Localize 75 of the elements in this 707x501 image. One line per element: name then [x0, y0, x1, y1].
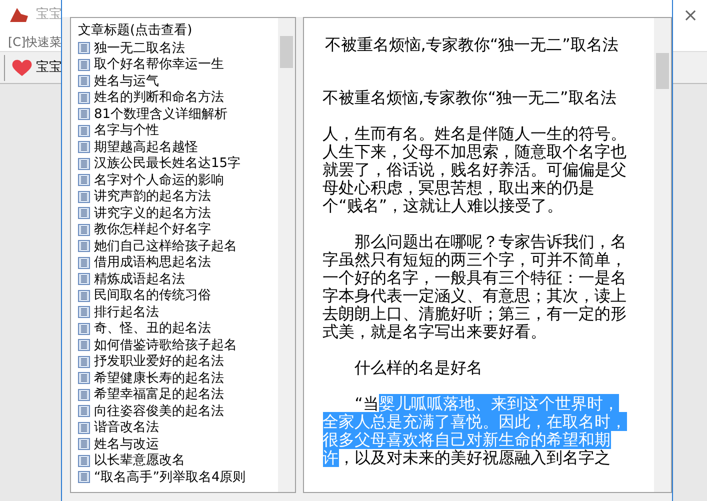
list-header: 文章标题(点击查看) [78, 22, 192, 39]
document-icon [78, 306, 90, 318]
list-item[interactable]: “取名高手”列举取名4原则 [78, 469, 246, 486]
window-title: 宝宝 [36, 6, 62, 24]
list-item[interactable]: 希望幸福富足的起名法 [78, 386, 246, 403]
list-item[interactable]: 姓名与改运 [78, 436, 246, 452]
list-item[interactable]: 姓名与运气 [78, 73, 246, 90]
document-icon [78, 322, 90, 335]
document-icon [78, 240, 90, 252]
document-icon [78, 356, 90, 368]
list-item[interactable]: 取个好名帮你幸运一生 [78, 56, 246, 73]
document-icon [78, 42, 90, 54]
list-item[interactable]: 如何借鉴诗歌给孩子起名 [78, 337, 246, 354]
menu-item[interactable]: [C]快速菜 [8, 33, 62, 51]
list-item[interactable]: 借用成语构思起名法 [78, 254, 246, 271]
list-item[interactable]: 81个数理含义详细解析 [78, 106, 246, 122]
list-item[interactable]: 民间取名的传统习俗 [78, 288, 246, 304]
document-icon [78, 471, 90, 484]
document-icon [78, 75, 90, 88]
list-item[interactable]: 教你怎样起个好名字 [78, 222, 246, 238]
list-item[interactable]: 汉族公民最长姓名达15字 [78, 156, 246, 172]
selected-text: 婴儿呱呱落地、来到这个世界时， [378, 394, 619, 413]
list-item[interactable]: 希望健康长寿的起名法 [78, 370, 246, 386]
document-icon [78, 92, 90, 104]
app-logo-icon [8, 6, 30, 24]
close-button[interactable]: × [674, 0, 707, 30]
article-text: 不被重名烦恼,专家教你“独一无二”取名法 [322, 88, 616, 107]
document-icon [78, 405, 90, 418]
article-text: 那么问题出在哪呢？专家告诉我们，名字虽然只有短短的两三个字，可并不简单，一个好的名字，一般具有三个特征：一是名字本身代表一定涵义、有意思；其次，读上去朗朗上口、清脆好听；第三，有一定的形式美，就是名字写出来要好看。 [322, 232, 627, 341]
list-item[interactable]: 名字与个性 [78, 122, 246, 139]
scrollbar-thumb[interactable] [656, 53, 669, 89]
list-item[interactable]: 抒发职业爱好的起名法 [78, 354, 246, 370]
document-icon [78, 224, 90, 236]
document-icon [78, 438, 90, 450]
document-icon [78, 207, 90, 220]
document-icon [78, 158, 90, 170]
article-text: ，以及对未来的美好祝愿融入到名字之 [338, 448, 611, 467]
list-item[interactable]: 期望越高起名越怪 [78, 139, 246, 156]
document-icon [78, 108, 90, 120]
list-item[interactable]: 姓名的判断和命名方法 [78, 90, 246, 106]
list-item[interactable]: 排行起名法 [78, 304, 246, 320]
document-icon [78, 422, 90, 434]
document-icon [78, 372, 90, 384]
article-text: “当 [354, 394, 379, 413]
document-icon [78, 124, 90, 137]
document-icon [78, 141, 90, 154]
document-icon [78, 256, 90, 269]
scrollbar[interactable] [654, 18, 671, 492]
list-item[interactable]: 她们自己这样给孩子起名 [78, 238, 246, 254]
article-text: 人，生而有名。姓名是伴随人一生的符号。人生下来，父母不加思索，随意取个名字也就罢了，俗话说，贱名好养活。可偏偏是父母处心积虑，冥思苦想，取出来的仍是个“贱名”，这就让人难以接受了。 [322, 124, 627, 215]
scrollbar-thumb[interactable] [280, 36, 293, 68]
scrollbar[interactable] [278, 18, 295, 492]
document-icon [78, 290, 90, 302]
document-icon [78, 454, 90, 467]
list-item[interactable]: 独一无二取名法 [78, 40, 246, 56]
list-item[interactable]: 讲究字义的起名方法 [78, 205, 246, 222]
document-icon [78, 58, 90, 71]
selected-text: 全家人总是充满了喜悦。因此，在取名时， [322, 412, 627, 431]
article-title: 不被重名烦恼,专家教你“独一无二”取名法 [324, 36, 620, 54]
document-icon [78, 273, 90, 286]
list-item[interactable]: 讲究声韵的起名方法 [78, 188, 246, 205]
document-icon [78, 174, 90, 186]
list-item[interactable]: 以长辈意愿改名 [78, 452, 246, 469]
list-item[interactable]: 精炼成语起名法 [78, 271, 246, 288]
heart-icon [11, 59, 33, 77]
list-item[interactable]: 向往姿容俊美的起名法 [78, 403, 246, 420]
list-item[interactable]: 奇、怪、丑的起名法 [78, 320, 246, 337]
list-item[interactable]: 谐音改名法 [78, 420, 246, 436]
document-icon [78, 339, 90, 352]
article-text: 什么样的名是好名 [354, 358, 483, 377]
document-icon [78, 190, 90, 203]
document-icon [78, 388, 90, 401]
selected-text: 很多父母喜欢将自己对新生命的希望和期 [322, 430, 611, 449]
selected-text: 许 [322, 448, 339, 467]
list-item[interactable]: 名字对个人命运的影响 [78, 172, 246, 188]
